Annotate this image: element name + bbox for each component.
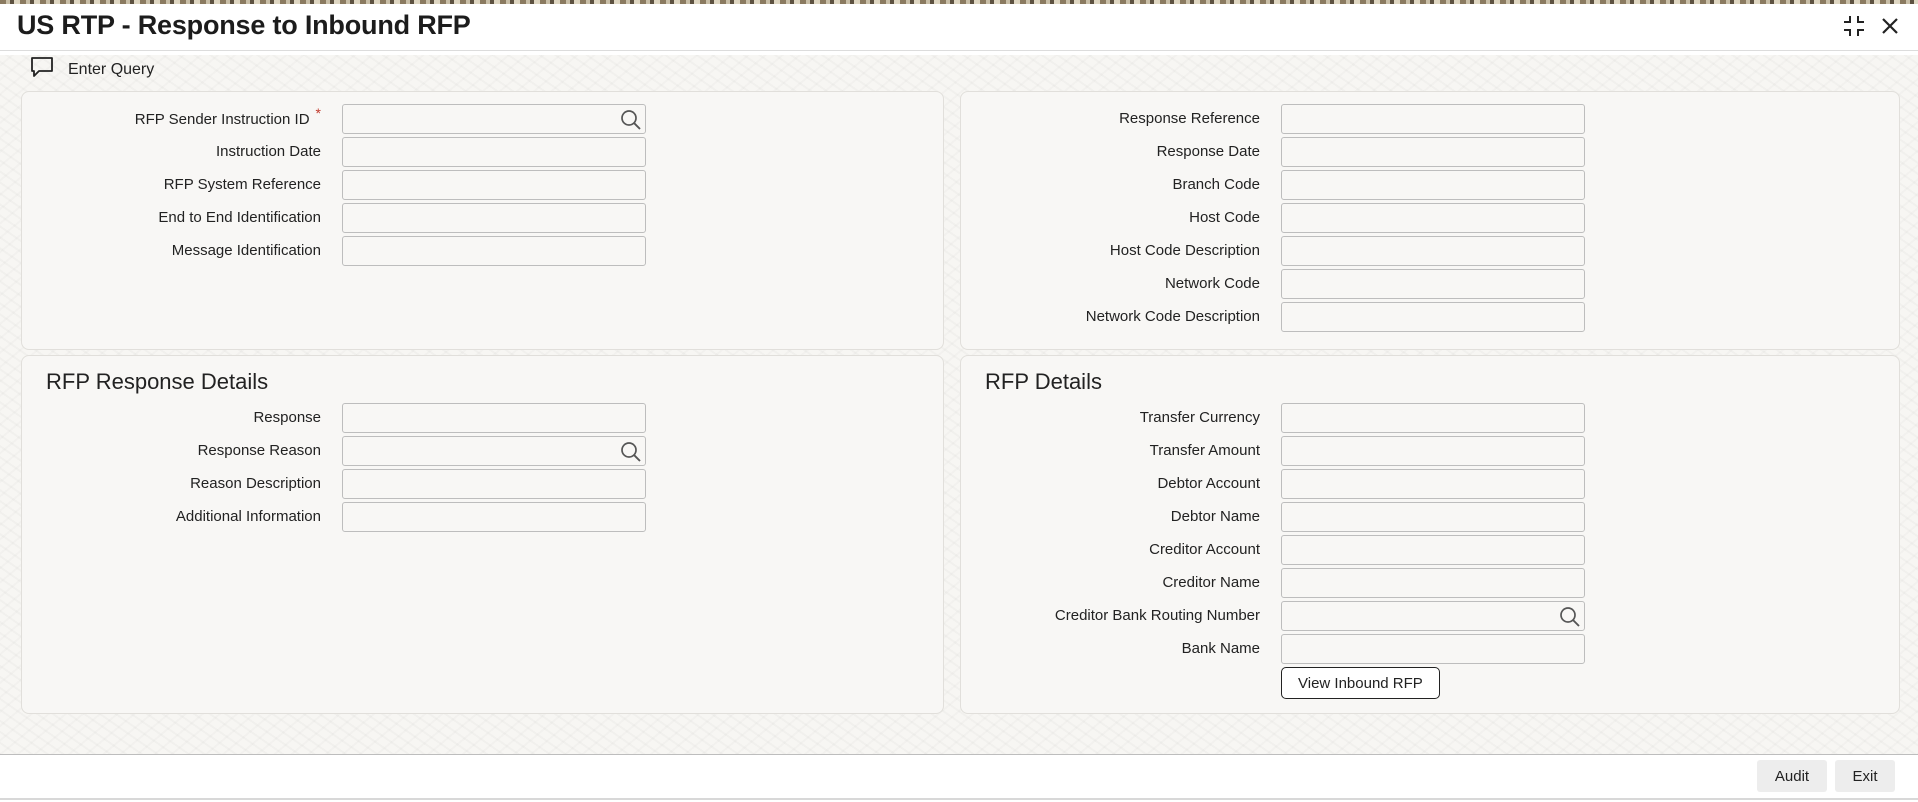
page-title: US RTP - Response to Inbound RFP [17,10,471,40]
section-title: RFP Response Details [46,369,269,394]
form-row-branch-code: Branch Code [961,170,1661,200]
form-row-response-reason: Response Reason [22,436,722,466]
network-code-description-input[interactable] [1281,302,1585,332]
required-marker: * [315,105,321,121]
field-label: Creditor Name [1162,574,1260,591]
form-row-response: Response [22,403,722,433]
instruction-date-input[interactable] [342,137,646,167]
view-inbound-rfp-button[interactable]: View Inbound RFP [1281,667,1440,699]
rfp-details-panel: RFP Details Transfer Currency Transfer A… [960,355,1900,714]
additional-information-input[interactable] [342,502,646,532]
enter-query-button[interactable]: Enter Query [30,56,154,83]
response-date-input[interactable] [1281,137,1585,167]
message-identification-input[interactable] [342,236,646,266]
enter-query-label: Enter Query [68,60,155,78]
header-right-panel: Response Reference Response Date Branch … [960,91,1900,350]
debtor-name-input[interactable] [1281,502,1585,532]
field-label: Network Code Description [1085,308,1260,325]
exit-button[interactable]: Exit [1835,760,1895,792]
form-row-creditor-account: Creditor Account [961,535,1661,565]
field-label: Branch Code [1172,176,1260,193]
creditor-name-input[interactable] [1281,568,1585,598]
debtor-account-input[interactable] [1281,469,1585,499]
network-code-input[interactable] [1281,269,1585,299]
form-row-rfp-system-reference: RFP System Reference [22,170,722,200]
field-label: Host Code Description [1109,242,1260,259]
response-reference-input[interactable] [1281,104,1585,134]
search-icon[interactable] [620,441,642,468]
form-row-host-code-description: Host Code Description [961,236,1661,266]
field-label: End to End Identification [158,209,321,226]
form-row-reason-description: Reason Description [22,469,722,499]
form-row-transfer-currency: Transfer Currency [961,403,1661,433]
field-label: Response Reason [197,442,321,459]
title-divider [0,50,1918,51]
field-label: Transfer Amount [1149,442,1260,459]
field-label: Reason Description [190,475,321,492]
field-label: Network Code [1164,275,1260,292]
response-input[interactable] [342,403,646,433]
end-to-end-identification-input[interactable] [342,203,646,233]
field-label: RFP System Reference [163,176,321,193]
bottom-divider [0,798,1918,800]
header-left-panel: RFP Sender Instruction ID * Instruction D… [21,91,944,350]
rfp-sender-instruction-id-input[interactable] [342,104,646,134]
field-label: Host Code [1189,209,1260,226]
field-label: Additional Information [175,508,321,525]
form-row-response-date: Response Date [961,137,1661,167]
form-row-creditor-bank-routing-number: Creditor Bank Routing Number [961,601,1661,631]
form-row-creditor-name: Creditor Name [961,568,1661,598]
close-icon[interactable] [1880,16,1900,36]
host-code-input[interactable] [1281,203,1585,233]
chat-bubble-icon [30,56,54,83]
field-label: Message Identification [171,242,321,259]
field-label: RFP Sender Instruction ID * [134,105,321,128]
field-label: Response Reference [1119,110,1260,127]
form-row-transfer-amount: Transfer Amount [961,436,1661,466]
field-label: Transfer Currency [1139,409,1260,426]
transfer-currency-input[interactable] [1281,403,1585,433]
transfer-amount-input[interactable] [1281,436,1585,466]
maximize-icon[interactable] [1842,14,1866,38]
creditor-account-input[interactable] [1281,535,1585,565]
field-label: Response Date [1156,143,1260,160]
form-row-network-code: Network Code [961,269,1661,299]
form-row-instruction-date: Instruction Date [22,137,722,167]
audit-button[interactable]: Audit [1757,760,1827,792]
field-label: Bank Name [1181,640,1260,657]
form-row-end-to-end-identification: End to End Identification [22,203,722,233]
form-row-response-reference: Response Reference [961,104,1661,134]
search-icon[interactable] [620,109,642,136]
form-row-rfp-sender-instruction-id: RFP Sender Instruction ID * [22,104,722,134]
field-label: Creditor Account [1149,541,1260,558]
reason-description-input[interactable] [342,469,646,499]
decorative-header-strip [0,0,1918,4]
form-row-host-code: Host Code [961,203,1661,233]
creditor-bank-routing-number-input[interactable] [1281,601,1585,631]
field-label: Debtor Account [1157,475,1260,492]
response-reason-input[interactable] [342,436,646,466]
bank-name-input[interactable] [1281,634,1585,664]
section-title: RFP Details [985,369,1102,394]
form-row-network-code-description: Network Code Description [961,302,1661,332]
field-label: Instruction Date [215,143,321,160]
field-label: Debtor Name [1170,508,1260,525]
footer-bar: Audit Exit [0,755,1918,802]
rfp-response-details-panel: RFP Response Details Response Response R… [21,355,944,714]
form-row-bank-name: Bank Name [961,634,1661,664]
rfp-system-reference-input[interactable] [342,170,646,200]
form-row-message-identification: Message Identification [22,236,722,266]
form-row-debtor-account: Debtor Account [961,469,1661,499]
field-label: Response [253,409,321,426]
form-row-additional-information: Additional Information [22,502,722,532]
form-row-debtor-name: Debtor Name [961,502,1661,532]
search-icon[interactable] [1559,606,1581,633]
branch-code-input[interactable] [1281,170,1585,200]
field-label: Creditor Bank Routing Number [1054,607,1260,624]
host-code-description-input[interactable] [1281,236,1585,266]
